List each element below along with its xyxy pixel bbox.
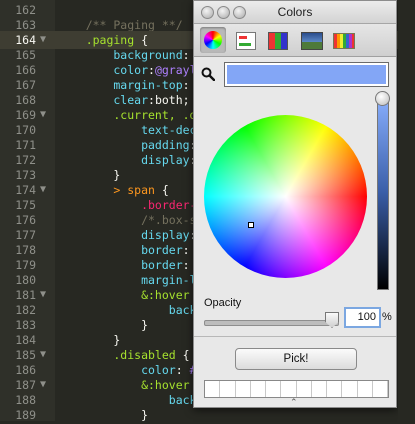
opacity-unit: % [382, 311, 392, 323]
color-palettes-tab[interactable] [264, 27, 290, 53]
line-number: 189 [15, 408, 36, 422]
brightness-slider-track[interactable] [377, 95, 389, 290]
color-sliders-icon [236, 32, 256, 50]
color-palettes-icon [268, 32, 288, 50]
image-palettes-icon [301, 32, 323, 50]
crayons-tab[interactable] [330, 27, 356, 53]
magnifier-icon[interactable] [201, 67, 215, 81]
panel-title: Colors [277, 5, 313, 19]
swatch-well[interactable] [327, 381, 343, 397]
opacity-label: Opacity [204, 297, 242, 309]
code-line[interactable]: 189 } [0, 406, 415, 424]
crayons-icon [333, 33, 355, 49]
color-sliders-tab[interactable] [232, 27, 258, 53]
colors-panel: Colors Opacity 100 % Pick! ⌃ [193, 0, 397, 408]
opacity-slider-track[interactable] [204, 320, 339, 326]
pick-button[interactable]: Pick! [235, 348, 357, 370]
swatch-well[interactable] [266, 381, 282, 397]
editor-scrollbar[interactable] [398, 0, 415, 421]
color-wheel-tab[interactable] [200, 27, 226, 53]
brightness-slider-thumb[interactable] [375, 91, 390, 106]
divider [194, 336, 396, 337]
wheel-picker-handle[interactable] [248, 222, 254, 228]
swatch-well[interactable] [251, 381, 266, 397]
swatch-well[interactable] [236, 381, 251, 397]
color-wheel-icon [204, 31, 222, 49]
colors-toolbar [194, 24, 396, 57]
swatch-well[interactable] [312, 381, 327, 397]
color-wheel[interactable] [204, 115, 367, 278]
swatch-well[interactable] [281, 381, 297, 397]
swatch-wells[interactable] [204, 380, 389, 398]
swatch-well[interactable] [205, 381, 221, 397]
code-text: } [58, 408, 149, 422]
swatch-well[interactable] [342, 381, 358, 397]
image-palettes-tab[interactable] [298, 27, 324, 53]
titlebar[interactable]: Colors [194, 1, 396, 24]
swatch-well[interactable] [220, 381, 236, 397]
swatch-well[interactable] [358, 381, 373, 397]
swatch-well[interactable] [373, 381, 388, 397]
swatch-well[interactable] [297, 381, 312, 397]
selected-color-swatch[interactable] [224, 62, 389, 87]
opacity-field[interactable]: 100 [344, 307, 381, 328]
resize-grip-icon[interactable]: ⌃ [290, 397, 298, 408]
